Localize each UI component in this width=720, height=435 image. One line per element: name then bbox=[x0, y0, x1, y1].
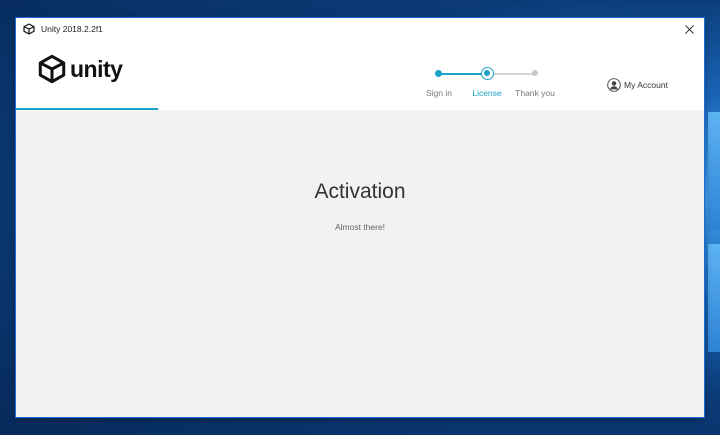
step-dot-thank-you bbox=[532, 70, 538, 76]
logo-wordmark: unity bbox=[70, 55, 123, 82]
unity-logo-icon bbox=[23, 23, 35, 35]
unity-cube-logo-icon bbox=[38, 54, 66, 84]
close-button[interactable] bbox=[674, 18, 704, 40]
close-icon bbox=[684, 24, 694, 34]
stepper-line-pending bbox=[487, 73, 535, 75]
title-bar[interactable]: Unity 2018.2.2f1 bbox=[16, 18, 704, 40]
user-avatar-icon bbox=[607, 78, 621, 92]
unity-hub-window: Unity 2018.2.2f1 unity Sign in License T… bbox=[16, 18, 704, 417]
step-dot-sign-in bbox=[435, 70, 442, 77]
step-label-license: License bbox=[472, 88, 502, 98]
stepper-line-complete bbox=[438, 73, 487, 75]
unity-logo: unity bbox=[37, 54, 123, 84]
page-subtitle: Almost there! bbox=[334, 222, 386, 232]
activation-stepper: Sign in License Thank you bbox=[421, 67, 561, 107]
step-label-thank-you: Thank you bbox=[515, 88, 555, 98]
step-dot-license bbox=[481, 67, 494, 80]
page-title: Activation bbox=[314, 180, 406, 203]
step-label-sign-in: Sign in bbox=[426, 88, 452, 98]
header: unity Sign in License Thank you My Accou… bbox=[16, 40, 704, 110]
my-account-label: My Account bbox=[624, 80, 668, 90]
window-title: Unity 2018.2.2f1 bbox=[41, 24, 103, 34]
desktop-window-pane bbox=[708, 112, 720, 230]
my-account-button[interactable]: My Account bbox=[607, 78, 668, 92]
desktop-window-pane bbox=[708, 244, 720, 352]
main-content: Activation Almost there! bbox=[16, 110, 704, 417]
